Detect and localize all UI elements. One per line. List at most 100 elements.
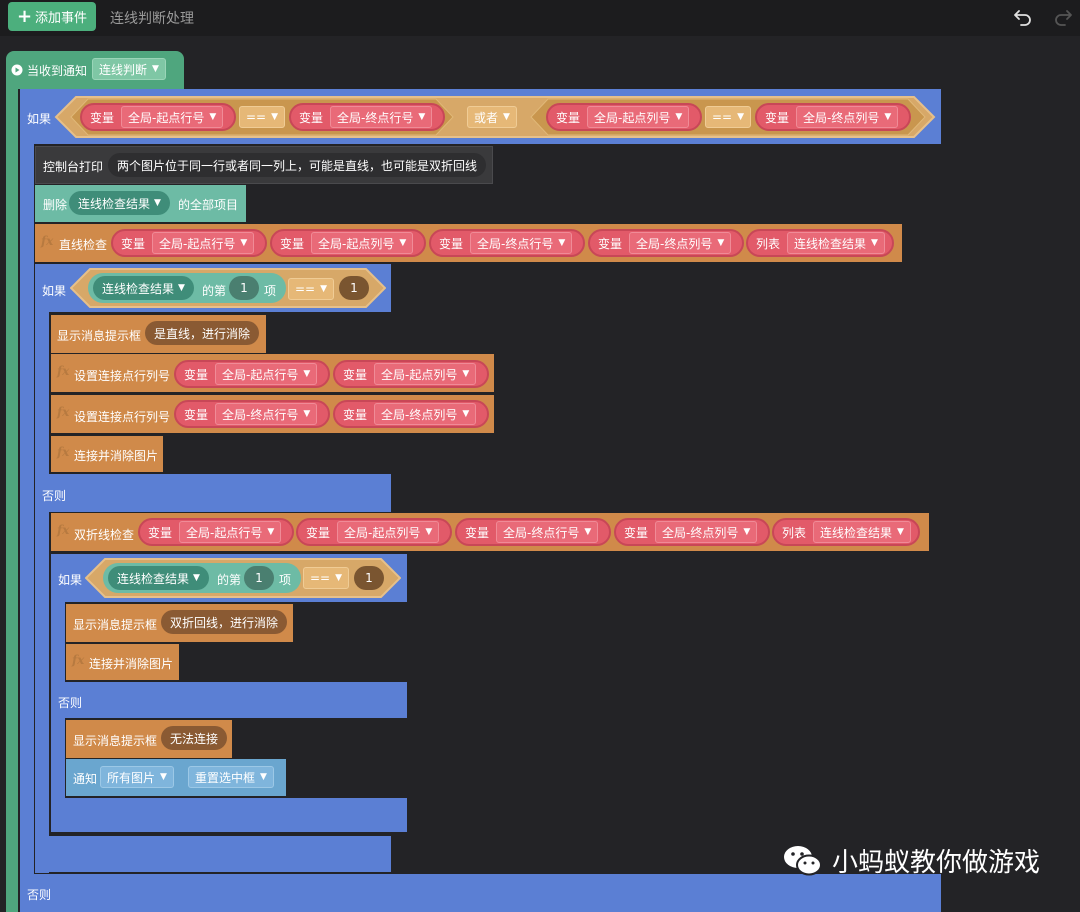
chevron-down-icon: ▼ (154, 198, 161, 208)
chevron-down-icon: ▼ (737, 112, 745, 122)
print-text[interactable]: 两个图片位于同一行或者同一列上，可能是直线，也可能是双折回线 (108, 153, 487, 177)
list-pill[interactable]: 连线检查结果 ▼ (69, 191, 170, 215)
variable-block[interactable]: 变量 全局-起点行号 ▼ (138, 518, 294, 546)
variable-block[interactable]: 变量 全局-起点行号 ▼ (111, 229, 267, 257)
list-dropdown[interactable]: 连线检查结果 ▼ (787, 232, 885, 254)
chevron-down-icon: ▼ (240, 238, 248, 248)
variable-dropdown[interactable]: 全局-终点列号 ▼ (629, 232, 732, 254)
variable-block[interactable]: 变量 全局-终点行号 ▼ (289, 103, 445, 131)
set-point-label: 设置连接点行列号 (74, 410, 171, 424)
variable-block[interactable]: 变量 全局-起点列号 ▼ (270, 229, 426, 257)
undo-icon[interactable] (1012, 6, 1034, 28)
notify-message-dropdown[interactable]: 重置选中框 ▼ (188, 766, 274, 788)
variable-dropdown[interactable]: 全局-起点列号 ▼ (374, 363, 477, 385)
compare-value[interactable]: 1 (339, 276, 369, 300)
variable-dropdown[interactable]: 全局-终点行号 ▼ (330, 106, 433, 128)
variable-dropdown[interactable]: 全局-起点行号 ▼ (179, 521, 282, 543)
list-dropdown[interactable]: 连线检查结果 ▼ (813, 521, 911, 543)
console-print-label: 控制台打印 (43, 160, 104, 174)
event-dropdown[interactable]: 连线判断 ▼ (92, 58, 166, 80)
plus-icon: + (16, 5, 33, 27)
variable-block[interactable]: 变量 全局-终点列号 ▼ (333, 400, 489, 428)
logic-operator-dropdown[interactable]: 或者 ▼ (467, 106, 517, 128)
variable-block[interactable]: 变量 全局-起点行号 ▼ (80, 103, 236, 131)
chevron-down-icon: ▼ (209, 112, 217, 122)
compare-value[interactable]: 1 (354, 566, 384, 590)
variable-block[interactable]: 变量 全局-起点列号 ▼ (333, 360, 489, 388)
variable-dropdown[interactable]: 全局-起点列号 ▼ (337, 521, 440, 543)
add-event-button[interactable]: + 添加事件 (8, 2, 96, 31)
line-check-label: 直线检查 (59, 238, 108, 252)
variable-block[interactable]: 变量 全局-终点行号 ▼ (455, 518, 611, 546)
variable-block[interactable]: 变量 全局-终点列号 ▼ (614, 518, 770, 546)
chevron-down-icon: ▼ (418, 112, 426, 122)
chevron-down-icon: ▼ (743, 527, 751, 537)
list-pill[interactable]: 连线检查结果 ▼ (93, 276, 194, 300)
else-label: 否则 (27, 888, 52, 902)
chevron-down-icon: ▼ (871, 238, 878, 248)
event-block-spine (6, 88, 18, 912)
chevron-down-icon: ▼ (335, 573, 343, 583)
list-block[interactable]: 列表 连线检查结果 ▼ (746, 229, 894, 257)
notify-target-dropdown[interactable]: 所有图片 ▼ (100, 766, 174, 788)
variable-block[interactable]: 变量 全局-起点行号 ▼ (174, 360, 330, 388)
variable-dropdown[interactable]: 全局-起点行号 ▼ (152, 232, 255, 254)
chevron-down-icon: ▼ (897, 527, 904, 537)
redo-icon[interactable] (1052, 6, 1074, 28)
variable-block[interactable]: 变量 全局-终点行号 ▼ (429, 229, 585, 257)
operator-dropdown[interactable]: == ▼ (705, 106, 752, 128)
variable-dropdown[interactable]: 全局-终点列号 ▼ (796, 106, 899, 128)
operator-dropdown[interactable]: == ▼ (288, 278, 335, 300)
chevron-down-icon: ▼ (462, 369, 470, 379)
variable-block[interactable]: 变量 全局-终点列号 ▼ (755, 103, 911, 131)
chevron-down-icon: ▼ (267, 527, 275, 537)
fx-icon: fx (57, 445, 70, 459)
variable-dropdown[interactable]: 全局-起点列号 ▼ (587, 106, 690, 128)
variable-block[interactable]: 变量 全局-终点行号 ▼ (174, 400, 330, 428)
chevron-down-icon: ▼ (717, 238, 725, 248)
variable-dropdown[interactable]: 全局-终点行号 ▼ (470, 232, 573, 254)
chevron-down-icon: ▼ (462, 409, 470, 419)
fx-icon: fx (57, 405, 70, 419)
operator-dropdown[interactable]: == ▼ (239, 106, 286, 128)
watermark-text: 小蚂蚁教你做游戏 (832, 848, 1041, 878)
toast-label: 显示消息提示框 (73, 734, 158, 748)
if-block-2-foot (35, 836, 391, 872)
variable-block[interactable]: 变量 全局-起点列号 ▼ (296, 518, 452, 546)
toast-text[interactable]: 双折回线，进行消除 (161, 610, 288, 634)
if-label: 如果 (58, 573, 83, 587)
set-point-label: 设置连接点行列号 (74, 369, 171, 383)
else-block-3[interactable] (51, 682, 407, 718)
wechat-icon (784, 845, 822, 875)
list-block[interactable]: 列表 连线检查结果 ▼ (772, 518, 920, 546)
chevron-down-icon: ▼ (260, 772, 267, 782)
else-label: 否则 (42, 489, 67, 503)
list-pill[interactable]: 连线检查结果 ▼ (108, 566, 209, 590)
chevron-down-icon: ▼ (152, 64, 159, 74)
variable-dropdown[interactable]: 全局-终点列号 ▼ (655, 521, 758, 543)
chevron-down-icon: ▼ (584, 527, 592, 537)
chevron-down-icon: ▼ (558, 238, 566, 248)
chevron-down-icon: ▼ (425, 527, 433, 537)
variable-dropdown[interactable]: 全局-终点行号 ▼ (496, 521, 599, 543)
fx-icon: fx (57, 523, 70, 537)
operator-dropdown[interactable]: == ▼ (303, 567, 350, 589)
index-value[interactable]: 1 (244, 566, 274, 590)
chevron-down-icon: ▼ (675, 112, 683, 122)
if-label: 如果 (42, 284, 67, 298)
toast-text[interactable]: 是直线，进行消除 (145, 321, 260, 345)
variable-block[interactable]: 变量 全局-终点列号 ▼ (588, 229, 744, 257)
toast-text[interactable]: 无法连接 (161, 726, 228, 750)
variable-dropdown[interactable]: 全局-起点行号 ▼ (215, 363, 318, 385)
else-block-2[interactable] (35, 474, 391, 512)
if-block-1-spine (20, 143, 34, 912)
variable-dropdown[interactable]: 全局-终点行号 ▼ (215, 403, 318, 425)
variable-dropdown[interactable]: 全局-起点列号 ▼ (311, 232, 414, 254)
if-block-3-foot (51, 798, 407, 832)
else-block-1[interactable] (20, 874, 941, 912)
variable-dropdown[interactable]: 全局-起点行号 ▼ (121, 106, 224, 128)
variable-block[interactable]: 变量 全局-起点列号 ▼ (546, 103, 702, 131)
index-value[interactable]: 1 (229, 276, 259, 300)
chevron-down-icon: ▼ (303, 409, 311, 419)
variable-dropdown[interactable]: 全局-终点列号 ▼ (374, 403, 477, 425)
